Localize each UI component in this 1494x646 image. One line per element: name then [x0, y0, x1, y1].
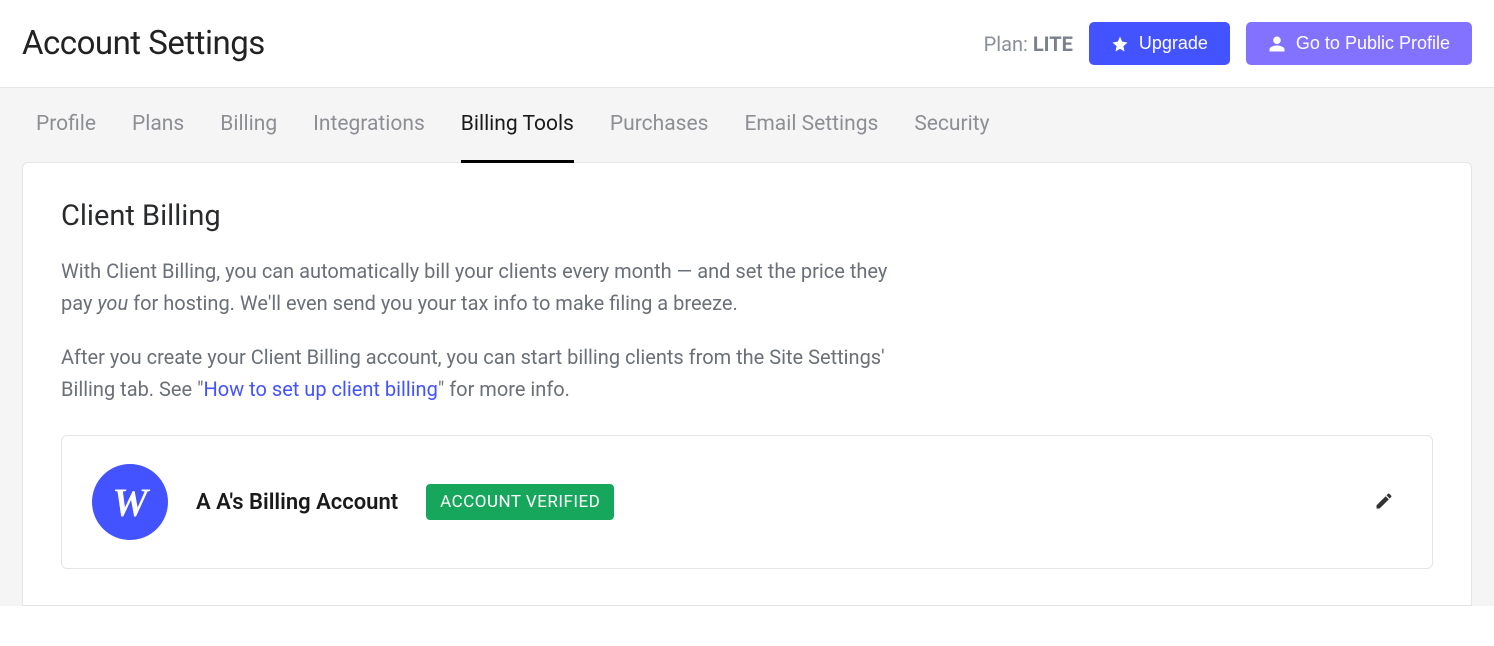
- avatar-letter: W: [112, 479, 148, 526]
- account-verified-badge: ACCOUNT VERIFIED: [426, 484, 614, 520]
- plan-value: LITE: [1033, 32, 1073, 56]
- tab-purchases[interactable]: Purchases: [610, 88, 709, 163]
- billing-account-row: W A A's Billing Account ACCOUNT VERIFIED: [61, 435, 1433, 569]
- pencil-icon: [1374, 491, 1394, 511]
- star-icon: [1111, 35, 1129, 53]
- client-billing-help-link[interactable]: How to set up client billing: [204, 377, 438, 401]
- settings-tabs: Profile Plans Billing Integrations Billi…: [0, 88, 1494, 162]
- tab-billing[interactable]: Billing: [220, 88, 277, 163]
- tab-billing-tools[interactable]: Billing Tools: [461, 88, 574, 163]
- section-description-2: After you create your Client Billing acc…: [61, 341, 891, 405]
- section-title: Client Billing: [61, 199, 1433, 233]
- desc2-part-b: " for more info.: [438, 377, 570, 401]
- person-icon: [1268, 35, 1286, 53]
- tab-email-settings[interactable]: Email Settings: [744, 88, 878, 163]
- header-actions: Plan: LITE Upgrade Go to Public Profile: [984, 22, 1472, 65]
- public-profile-button[interactable]: Go to Public Profile: [1246, 22, 1472, 65]
- tab-integrations[interactable]: Integrations: [313, 88, 425, 163]
- plan-prefix: Plan:: [984, 32, 1033, 56]
- account-name: A A's Billing Account: [196, 490, 398, 515]
- desc1-emphasis: you: [97, 291, 128, 315]
- account-avatar: W: [92, 464, 168, 540]
- tab-plans[interactable]: Plans: [132, 88, 184, 163]
- edit-account-button[interactable]: [1366, 483, 1402, 522]
- tab-profile[interactable]: Profile: [36, 88, 96, 163]
- plan-indicator: Plan: LITE: [984, 32, 1073, 56]
- page-title: Account Settings: [22, 24, 265, 63]
- section-description-1: With Client Billing, you can automatical…: [61, 255, 891, 319]
- desc1-part-b: for hosting. We'll even send you your ta…: [128, 291, 738, 315]
- upgrade-button[interactable]: Upgrade: [1089, 22, 1230, 65]
- upgrade-label: Upgrade: [1139, 33, 1208, 54]
- billing-tools-panel: Client Billing With Client Billing, you …: [22, 162, 1472, 606]
- public-profile-label: Go to Public Profile: [1296, 33, 1450, 54]
- tab-security[interactable]: Security: [914, 88, 989, 163]
